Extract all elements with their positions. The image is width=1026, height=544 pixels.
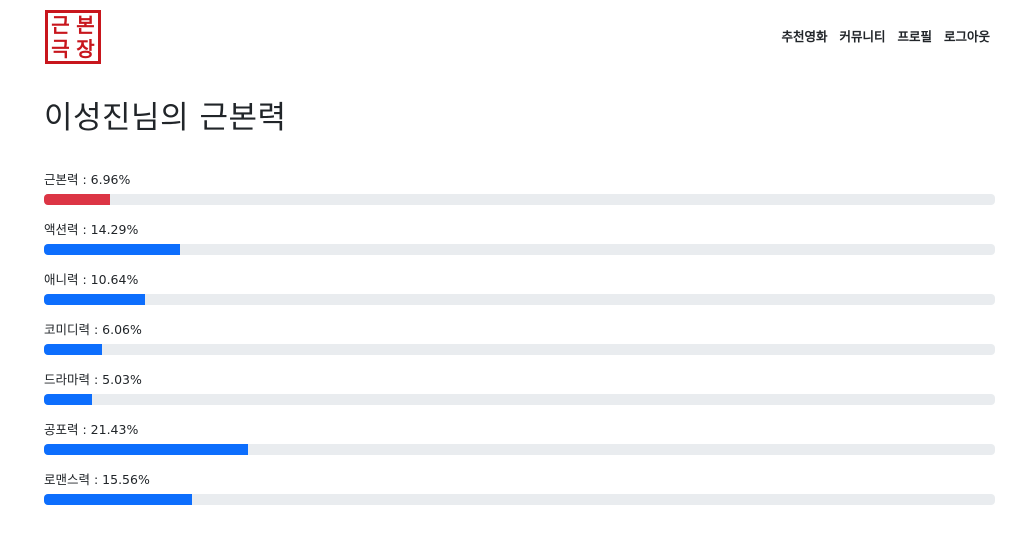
stat-label: 공포력 : 21.43% [44, 422, 139, 437]
stat-label: 코미디력 : 6.06% [44, 322, 142, 337]
logo-char: 장 [76, 37, 95, 61]
progress-bar [44, 494, 192, 505]
stat-item: 드라마력 : 5.03% [44, 372, 995, 422]
page-title: 이성진님의 근본력 [44, 100, 287, 136]
logo-char: 본 [76, 13, 95, 37]
stat-item: 공포력 : 21.43% [44, 422, 995, 472]
progress-track [44, 444, 995, 455]
stat-item: 로맨스력 : 15.56% [44, 472, 995, 522]
stat-label: 액션력 : 14.29% [44, 222, 139, 237]
stat-label: 드라마력 : 5.03% [44, 372, 142, 387]
progress-track [44, 244, 995, 255]
stat-item: 애니력 : 10.64% [44, 272, 995, 322]
stat-item: 코미디력 : 6.06% [44, 322, 995, 372]
progress-bar [44, 194, 111, 205]
logo-char: 극 [51, 37, 70, 61]
progress-bar [44, 394, 92, 405]
stat-item: 근본력 : 6.96% [44, 172, 995, 222]
nav-links: 추천영화 커뮤니티 프로필 로그아웃 [781, 28, 990, 46]
progress-bar [44, 344, 102, 355]
stats-list: 근본력 : 6.96% 액션력 : 14.29% 애니력 : 10.64% 코미… [44, 172, 995, 522]
logo-char: 근 [51, 13, 70, 37]
site-logo[interactable]: 근 본 극 장 [45, 10, 101, 64]
nav-link-community[interactable]: 커뮤니티 [839, 28, 885, 46]
navbar: 근 본 극 장 추천영화 커뮤니티 프로필 로그아웃 [0, 0, 1026, 76]
progress-track [44, 344, 995, 355]
progress-track [44, 394, 995, 405]
nav-link-recommended-movies[interactable]: 추천영화 [781, 28, 827, 46]
progress-track [44, 194, 995, 205]
progress-track [44, 494, 995, 505]
progress-track [44, 294, 995, 305]
stat-label: 근본력 : 6.96% [44, 172, 131, 187]
stat-item: 액션력 : 14.29% [44, 222, 995, 272]
stat-label: 애니력 : 10.64% [44, 272, 139, 287]
stat-label: 로맨스력 : 15.56% [44, 472, 150, 487]
progress-bar [44, 244, 180, 255]
progress-bar [44, 294, 146, 305]
nav-link-logout[interactable]: 로그아웃 [944, 28, 990, 46]
progress-bar [44, 444, 248, 455]
nav-link-profile[interactable]: 프로필 [897, 28, 932, 46]
